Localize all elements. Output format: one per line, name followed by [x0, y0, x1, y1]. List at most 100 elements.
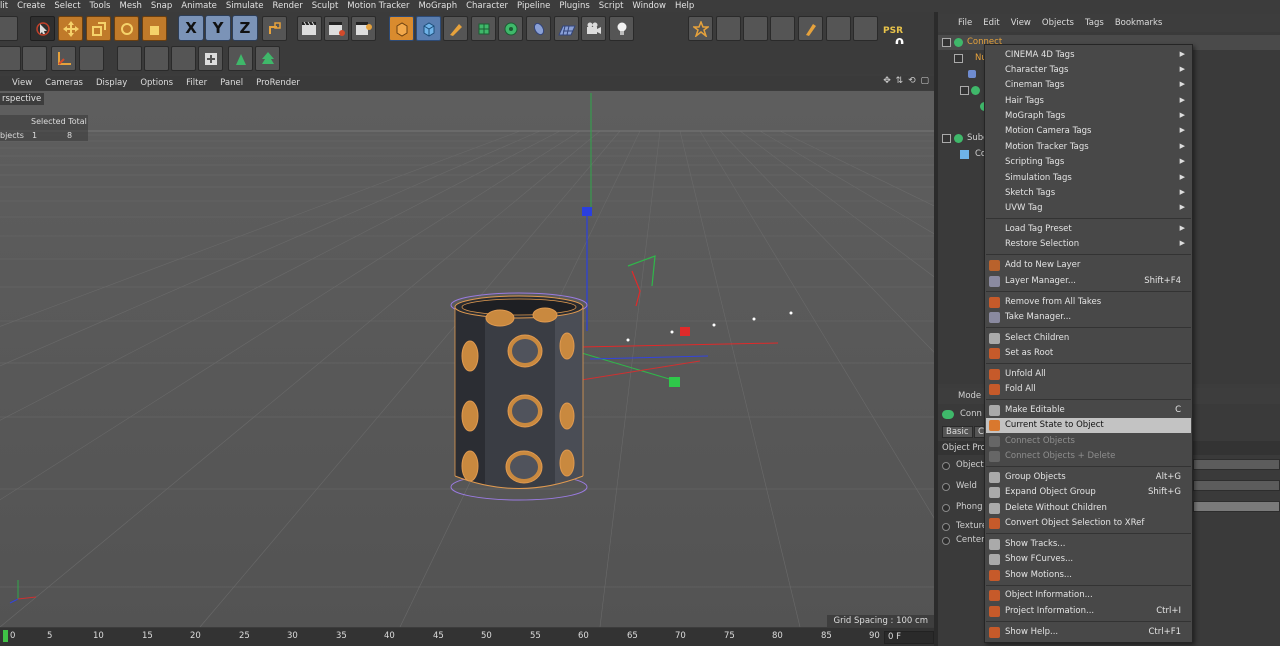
menu-item-add-to-new-layer[interactable]: Add to New Layer: [986, 258, 1191, 273]
menu-item-convert-to-xref[interactable]: Convert Object Selection to XRef: [986, 516, 1191, 531]
menu-pipeline[interactable]: Pipeline: [517, 1, 550, 11]
workplane-icon[interactable]: [743, 16, 768, 41]
collapse-icon[interactable]: [942, 134, 951, 143]
objects-radio[interactable]: [942, 462, 950, 470]
playhead[interactable]: [3, 630, 8, 642]
menu-item-show-tracks[interactable]: Show Tracks...: [986, 537, 1191, 552]
workplane-mode-icon[interactable]: [51, 46, 76, 71]
menu-plugins[interactable]: Plugins: [559, 1, 589, 11]
objects-field[interactable]: [1193, 459, 1280, 470]
objmgr-menu-bookmarks[interactable]: Bookmarks: [1115, 18, 1163, 28]
objmgr-menu-objects[interactable]: Objects: [1042, 18, 1074, 28]
deformer-icon[interactable]: [526, 16, 551, 41]
cube-object-icon[interactable]: [389, 16, 414, 41]
render-settings-icon[interactable]: [351, 16, 376, 41]
fcurve-icon[interactable]: [826, 16, 851, 41]
snap-icon[interactable]: [688, 16, 713, 41]
floor-icon[interactable]: [554, 16, 579, 41]
snap-settings-icon[interactable]: [716, 16, 741, 41]
timeline-ruler[interactable]: 0 5 10 15 20 25 30 35 40 45 50 55 60 65 …: [0, 628, 884, 646]
rotate-icon[interactable]: [114, 16, 139, 41]
menu-help[interactable]: Help: [675, 1, 694, 11]
menu-mesh[interactable]: Mesh: [120, 1, 142, 11]
select-arrow-icon[interactable]: [30, 16, 55, 41]
menu-item-scripting-tags[interactable]: Scripting Tags ▶: [986, 155, 1191, 170]
viewport-menu-display[interactable]: Display: [96, 78, 127, 88]
menu-render[interactable]: Render: [272, 1, 302, 11]
perspective-viewport[interactable]: rspective Selected Total bjects 1 8 Grid…: [0, 91, 934, 627]
sculpt-brush-icon[interactable]: [798, 16, 823, 41]
menu-window[interactable]: Window: [632, 1, 666, 11]
menu-motion-tracker[interactable]: Motion Tracker: [347, 1, 409, 11]
viewport-menu-prorender[interactable]: ProRender: [256, 78, 300, 88]
viewport-solo-icon[interactable]: [255, 46, 280, 71]
menu-snap[interactable]: Snap: [151, 1, 172, 11]
menu-item-show-motions[interactable]: Show Motions...: [986, 568, 1191, 583]
menu-item-group-objects[interactable]: Group Objects Alt+G: [986, 470, 1191, 485]
phong-radio[interactable]: [942, 504, 950, 512]
menu-item-show-fcurves[interactable]: Show FCurves...: [986, 552, 1191, 567]
subdivision-surface-icon[interactable]: [471, 16, 496, 41]
attribute-mode-menu[interactable]: Mode: [958, 391, 981, 401]
menu-item-fold-all[interactable]: Fold All: [986, 382, 1191, 397]
menu-item-current-state-to-object[interactable]: Current State to Object: [986, 418, 1191, 433]
menu-item-motion-camera-tags[interactable]: Motion Camera Tags ▶: [986, 124, 1191, 139]
menu-mograph[interactable]: MoGraph: [418, 1, 457, 11]
menu-item-cinema4d-tags[interactable]: CINEMA 4D Tags ▶: [986, 48, 1191, 63]
menu-animate[interactable]: Animate: [181, 1, 217, 11]
menu-simulate[interactable]: Simulate: [226, 1, 264, 11]
objmgr-menu-tags[interactable]: Tags: [1085, 18, 1104, 28]
viewport-title[interactable]: rspective: [0, 93, 45, 105]
weld-radio[interactable]: [942, 483, 950, 491]
menu-item-sketch-tags[interactable]: Sketch Tags ▶: [986, 186, 1191, 201]
y-axis-handle[interactable]: [669, 377, 680, 387]
keyframe-settings-icon[interactable]: [853, 16, 878, 41]
menu-item-simulation-tags[interactable]: Simulation Tags ▶: [986, 171, 1191, 186]
texture-radio[interactable]: [942, 523, 950, 531]
viewport-nav-icons[interactable]: ✥ ⇅ ⟲ ▢: [883, 76, 930, 86]
coordinate-system-icon[interactable]: [262, 16, 287, 41]
menu-lit[interactable]: lit: [0, 1, 8, 11]
menu-character[interactable]: Character: [466, 1, 508, 11]
axis-mode-icon[interactable]: [171, 46, 196, 71]
z-axis-handle[interactable]: [582, 207, 592, 216]
viewport-menu-view[interactable]: View: [12, 78, 32, 88]
scale-icon[interactable]: [86, 16, 111, 41]
weld-checkbox[interactable]: [1193, 480, 1280, 491]
axis-x-lock-button[interactable]: X: [178, 15, 204, 41]
menu-sculpt[interactable]: Sculpt: [312, 1, 339, 11]
menu-item-layer-manager[interactable]: Layer Manager... Shift+F4: [986, 274, 1191, 289]
collapse-icon[interactable]: [960, 86, 969, 95]
axis-z-lock-button[interactable]: Z: [232, 15, 258, 41]
menu-item-cineman-tags[interactable]: Cineman Tags ▶: [986, 78, 1191, 93]
menu-item-delete-without-children[interactable]: Delete Without Children: [986, 501, 1191, 516]
render-picture-viewer-icon[interactable]: [324, 16, 349, 41]
menu-item-load-tag-preset[interactable]: Load Tag Preset ▶: [986, 222, 1191, 237]
undo-icon[interactable]: [0, 16, 18, 41]
menu-item-select-children[interactable]: Select Children: [986, 331, 1191, 346]
solo-mode-icon[interactable]: [228, 46, 253, 71]
texture-mode-icon[interactable]: [22, 46, 47, 71]
menu-item-motion-tracker-tags[interactable]: Motion Tracker Tags ▶: [986, 140, 1191, 155]
x-axis-handle[interactable]: [680, 327, 690, 336]
menu-select[interactable]: Select: [54, 1, 80, 11]
center-radio[interactable]: [942, 537, 950, 545]
viewport-menu-cameras[interactable]: Cameras: [45, 78, 83, 88]
viewport-menu-options[interactable]: Options: [140, 78, 173, 88]
menu-item-show-help[interactable]: Show Help... Ctrl+F1: [986, 625, 1191, 640]
menu-item-remove-from-all-takes[interactable]: Remove from All Takes: [986, 295, 1191, 310]
menu-item-restore-selection[interactable]: Restore Selection ▶: [986, 237, 1191, 252]
cloner-icon[interactable]: [498, 16, 523, 41]
menu-item-project-information[interactable]: Project Information... Ctrl+I: [986, 604, 1191, 619]
viewport-menu-panel[interactable]: Panel: [220, 78, 243, 88]
menu-item-expand-object-group[interactable]: Expand Object Group Shift+G: [986, 485, 1191, 500]
point-mode-icon[interactable]: [79, 46, 104, 71]
render-view-icon[interactable]: [297, 16, 322, 41]
menu-item-take-manager[interactable]: Take Manager...: [986, 310, 1191, 325]
menu-item-unfold-all[interactable]: Unfold All: [986, 367, 1191, 382]
move-icon[interactable]: [58, 16, 83, 41]
objmgr-menu-file[interactable]: File: [958, 18, 972, 28]
cylinder-object[interactable]: [450, 292, 588, 501]
menu-item-connect-objects-delete[interactable]: Connect Objects + Delete: [986, 449, 1191, 464]
phong-field[interactable]: [1193, 501, 1280, 512]
